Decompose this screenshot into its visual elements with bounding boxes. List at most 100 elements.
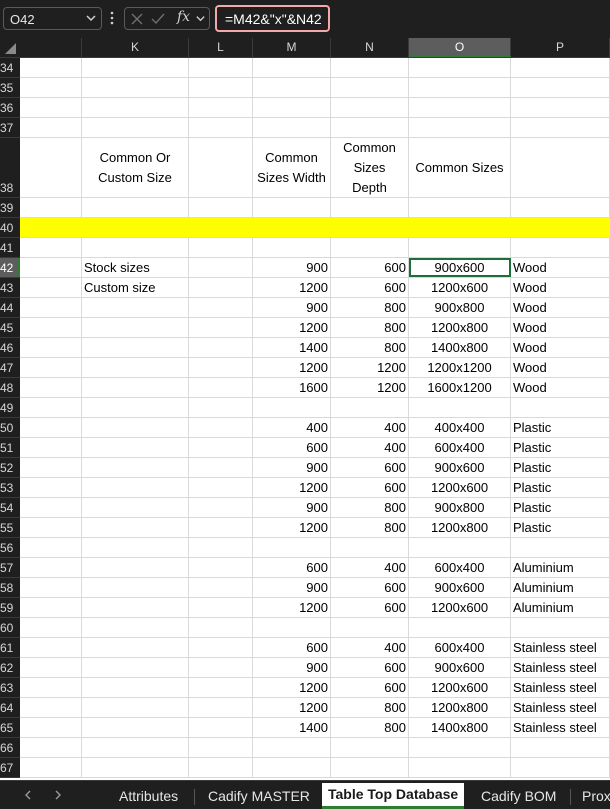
- cell-N[interactable]: [331, 618, 409, 637]
- cell-O[interactable]: [409, 758, 511, 777]
- cell-M[interactable]: 600: [253, 438, 331, 457]
- cell-L[interactable]: [189, 438, 253, 457]
- cell-N[interactable]: 600: [331, 658, 409, 677]
- sheet-tab-prox[interactable]: Prox: [582, 785, 610, 807]
- row-header[interactable]: 45: [0, 318, 20, 338]
- cell-P[interactable]: Plastic: [511, 518, 610, 537]
- row-header[interactable]: 65: [0, 718, 20, 738]
- cell-J[interactable]: [20, 678, 82, 697]
- cell-O[interactable]: 1200x600: [409, 478, 511, 497]
- cell-N[interactable]: 1200: [331, 378, 409, 397]
- cell-L[interactable]: [189, 598, 253, 617]
- cell-J[interactable]: [20, 638, 82, 657]
- cell-M[interactable]: 1200: [253, 358, 331, 377]
- cell-O[interactable]: 900x800: [409, 298, 511, 317]
- cell-J[interactable]: [20, 318, 82, 337]
- cell-J[interactable]: [20, 138, 82, 197]
- select-all-corner[interactable]: [0, 38, 20, 57]
- cell-P[interactable]: Plastic: [511, 458, 610, 477]
- row-header[interactable]: 41: [0, 238, 20, 258]
- cell-K[interactable]: [82, 338, 189, 357]
- cell-P[interactable]: Plastic: [511, 498, 610, 517]
- cell-M[interactable]: 1200: [253, 478, 331, 497]
- cell-P[interactable]: Wood: [511, 338, 610, 357]
- cell-L[interactable]: [189, 358, 253, 377]
- row-header[interactable]: 60: [0, 618, 20, 638]
- cell-J[interactable]: [20, 478, 82, 497]
- cell-P[interactable]: Wood: [511, 298, 610, 317]
- cell-P[interactable]: Wood: [511, 318, 610, 337]
- column-header-N[interactable]: N: [331, 38, 409, 57]
- cell-M[interactable]: 900: [253, 578, 331, 597]
- cell-J[interactable]: [20, 378, 82, 397]
- cell-L[interactable]: [189, 638, 253, 657]
- cell-K[interactable]: Stock sizes: [82, 258, 189, 277]
- cell-K[interactable]: [82, 698, 189, 717]
- row-header[interactable]: 62: [0, 658, 20, 678]
- cell-O[interactable]: 1200x600: [409, 598, 511, 617]
- cell-J[interactable]: [20, 758, 82, 777]
- formula-input[interactable]: =M42&"x"&N42: [215, 5, 330, 32]
- cell-M[interactable]: [253, 758, 331, 777]
- cell-M[interactable]: 600: [253, 638, 331, 657]
- row-header[interactable]: 34: [0, 58, 20, 78]
- cell-K[interactable]: [82, 498, 189, 517]
- cell-L[interactable]: [189, 278, 253, 297]
- cell-L[interactable]: [189, 258, 253, 277]
- cell-L[interactable]: [189, 218, 253, 237]
- cell-L[interactable]: [189, 618, 253, 637]
- cell-K[interactable]: [82, 298, 189, 317]
- cell-J[interactable]: [20, 458, 82, 477]
- cell-L[interactable]: [189, 58, 253, 77]
- cell-N[interactable]: [331, 98, 409, 117]
- row-header[interactable]: 36: [0, 98, 20, 118]
- cell-L[interactable]: [189, 298, 253, 317]
- scroll-tabs-left-icon[interactable]: [22, 788, 34, 802]
- cell-J[interactable]: [20, 238, 82, 257]
- cell-J[interactable]: [20, 658, 82, 677]
- cell-K[interactable]: [82, 238, 189, 257]
- cell-K[interactable]: [82, 318, 189, 337]
- cell-L[interactable]: [189, 118, 253, 137]
- cell-N[interactable]: 600: [331, 678, 409, 697]
- cell-P[interactable]: Aluminium: [511, 598, 610, 617]
- cell-L[interactable]: [189, 138, 253, 197]
- cell-P[interactable]: Stainless steel: [511, 678, 610, 697]
- row-header[interactable]: 58: [0, 578, 20, 598]
- cell-K[interactable]: [82, 218, 189, 237]
- cell-M[interactable]: 900: [253, 458, 331, 477]
- cell-J[interactable]: [20, 438, 82, 457]
- cell-O[interactable]: [409, 198, 511, 217]
- cell-O[interactable]: 600x400: [409, 438, 511, 457]
- cell-N[interactable]: 800: [331, 338, 409, 357]
- cell-K[interactable]: [82, 398, 189, 417]
- sheet-tab-cadify-bom[interactable]: Cadify BOM: [481, 785, 556, 807]
- cell-L[interactable]: [189, 418, 253, 437]
- cell-K[interactable]: [82, 438, 189, 457]
- sheet-tab-table-top-database[interactable]: Table Top Database: [322, 783, 465, 809]
- cell-O[interactable]: 900x600: [409, 658, 511, 677]
- cell-N[interactable]: [331, 538, 409, 557]
- cell-K[interactable]: [82, 618, 189, 637]
- cell-M[interactable]: 900: [253, 298, 331, 317]
- cell-K[interactable]: [82, 658, 189, 677]
- cell-O[interactable]: 1200x800: [409, 318, 511, 337]
- cell-M[interactable]: 600: [253, 558, 331, 577]
- cell-P[interactable]: [511, 98, 610, 117]
- cell-L[interactable]: [189, 198, 253, 217]
- row-header[interactable]: 64: [0, 698, 20, 718]
- cell-L[interactable]: [189, 78, 253, 97]
- cell-N[interactable]: 600: [331, 258, 409, 277]
- cell-P[interactable]: Aluminium: [511, 578, 610, 597]
- cell-N[interactable]: 600: [331, 598, 409, 617]
- column-header-O[interactable]: O: [409, 38, 511, 57]
- cell-M[interactable]: [253, 738, 331, 757]
- cell-N[interactable]: [331, 218, 409, 237]
- cell-M[interactable]: 400: [253, 418, 331, 437]
- cell-N[interactable]: 800: [331, 718, 409, 737]
- cell-J[interactable]: [20, 538, 82, 557]
- cell-O[interactable]: 900x600: [409, 578, 511, 597]
- cell-O[interactable]: 1200x1200: [409, 358, 511, 377]
- sheet-tab-attributes[interactable]: Attributes: [119, 785, 178, 807]
- cell-N[interactable]: [331, 738, 409, 757]
